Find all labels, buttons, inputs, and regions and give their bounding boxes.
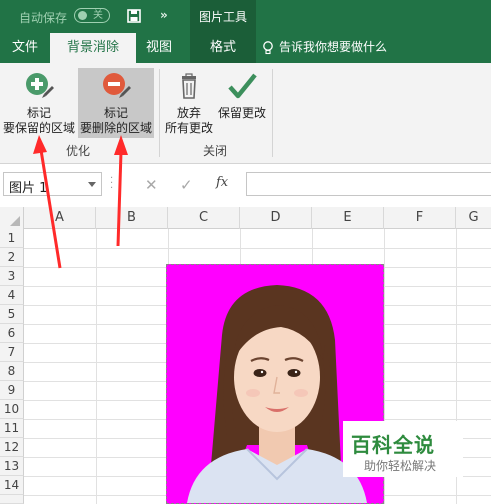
tell-me-text: 告诉我你想要做什么 — [279, 40, 388, 54]
chevron-down-icon[interactable] — [88, 182, 96, 187]
autosave-toggle[interactable]: 关 — [74, 8, 110, 23]
discard-all-changes-button[interactable]: 放弃 所有更改 — [163, 68, 215, 138]
row-header[interactable]: 3 — [0, 267, 24, 286]
group-separator — [272, 69, 273, 157]
column-header[interactable]: E — [312, 207, 384, 229]
watermark-subtitle: 助你轻松解决 — [364, 459, 437, 473]
title-bar: 自动保存 关 » 图片工具 — [0, 0, 491, 33]
name-box-value: 图片 1 — [9, 181, 48, 196]
discard-button-line2: 所有更改 — [164, 121, 213, 135]
tab-format[interactable]: 格式 — [190, 33, 256, 63]
column-header[interactable]: D — [240, 207, 312, 229]
row-header[interactable]: 1 — [0, 229, 24, 248]
row-header[interactable]: 12 — [0, 438, 24, 457]
grid-line — [24, 248, 491, 249]
trash-icon — [182, 73, 196, 99]
mark-areas-to-keep-button[interactable]: 标记 要保留的区域 — [2, 68, 76, 138]
more-commands-icon[interactable]: » — [160, 8, 168, 22]
formula-bar: 图片 1 · · · ✕ ✓ fx — [0, 165, 491, 205]
group-label-close: 关闭 — [202, 144, 227, 158]
row-header[interactable]: 11 — [0, 419, 24, 438]
column-header[interactable]: C — [168, 207, 240, 229]
column-header-row: A B C D E F G — [0, 207, 491, 229]
keep-changes-button[interactable]: 保留更改 — [216, 68, 268, 138]
watermark-title: 百科全说 — [351, 433, 435, 457]
drag-handle-icon[interactable]: · · · — [110, 174, 113, 194]
enter-icon[interactable]: ✓ — [180, 176, 193, 194]
group-label-optimize: 优化 — [65, 144, 90, 158]
delete-button-line1: 标记 — [103, 106, 128, 120]
save-icon[interactable] — [127, 9, 141, 23]
discard-button-line1: 放弃 — [176, 106, 201, 120]
column-header[interactable]: B — [96, 207, 168, 229]
context-tab-group: 图片工具 — [190, 0, 256, 33]
autosave-label: 自动保存 — [19, 11, 68, 25]
row-header[interactable]: 8 — [0, 362, 24, 381]
row-header[interactable] — [0, 495, 24, 504]
plus-circle-icon — [26, 73, 54, 98]
formula-input[interactable] — [246, 172, 491, 196]
save-button-label: 保留更改 — [217, 106, 266, 120]
grid-line — [96, 229, 97, 504]
tab-view[interactable]: 视图 — [136, 33, 182, 63]
row-header[interactable]: 6 — [0, 324, 24, 343]
row-header[interactable]: 2 — [0, 248, 24, 267]
column-header[interactable]: G — [456, 207, 491, 229]
column-header[interactable]: F — [384, 207, 456, 229]
cancel-icon[interactable]: ✕ — [145, 176, 158, 194]
ribbon-tabs: 文件 背景消除 视图 格式 告诉我你想要做什么 — [0, 33, 491, 63]
row-header[interactable]: 5 — [0, 305, 24, 324]
row-header[interactable]: 14 — [0, 476, 24, 495]
watermark-logo: 百科全说 助你轻松解决 — [343, 421, 463, 477]
column-header[interactable]: A — [24, 207, 96, 229]
context-tab-group-label: 图片工具 — [198, 10, 247, 24]
row-header[interactable]: 9 — [0, 381, 24, 400]
checkmark-icon — [228, 73, 257, 99]
minus-circle-icon — [103, 73, 131, 98]
lightbulb-icon — [263, 41, 273, 55]
name-box[interactable]: 图片 1 — [3, 172, 102, 196]
row-header[interactable]: 4 — [0, 286, 24, 305]
row-header[interactable]: 7 — [0, 343, 24, 362]
delete-button-line2: 要删除的区域 — [79, 121, 152, 135]
insert-function-icon[interactable]: fx — [216, 175, 228, 190]
mark-areas-to-remove-button[interactable]: 标记 要删除的区域 — [78, 68, 154, 138]
tab-file[interactable]: 文件 — [0, 33, 50, 63]
toggle-knob — [78, 11, 87, 20]
row-header[interactable]: 10 — [0, 400, 24, 419]
select-all-corner[interactable] — [0, 207, 24, 229]
ribbon-body: 标记 要保留的区域 标记 要删除的区域 放弃 所有更改 保留更改 优化 关闭 — [0, 63, 491, 164]
keep-button-line1: 标记 — [26, 106, 51, 120]
autosave-state: 关 — [93, 10, 103, 21]
keep-button-line2: 要保留的区域 — [2, 121, 75, 135]
tab-background-removal[interactable]: 背景消除 — [50, 33, 136, 63]
row-header[interactable]: 13 — [0, 457, 24, 476]
